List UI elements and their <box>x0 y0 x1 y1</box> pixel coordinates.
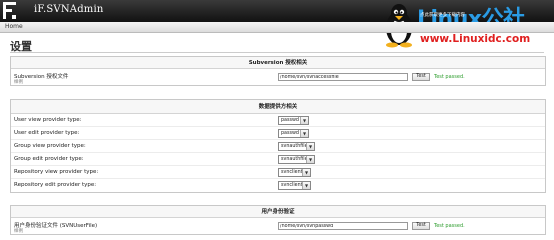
repo-edit-provider-select[interactable]: svnclient ▼ <box>278 181 311 190</box>
userauth-heading: 用户身份验证 <box>11 206 545 218</box>
userauth-row: 用户身份验证文件 (SVNUserFile) 样例 Test Test pass… <box>11 218 545 234</box>
userauth-test-button[interactable]: Test <box>412 222 430 230</box>
provider-label: User edit provider type: <box>14 130 80 136</box>
watermark-url: www.Linuxidc.com <box>420 33 531 45</box>
group-view-provider-select[interactable]: svnauthfile ▼ <box>278 142 315 151</box>
nav-bar: Home <box>0 22 554 33</box>
provider-label: Group view provider type: <box>14 143 86 149</box>
select-value: passwd <box>281 118 299 123</box>
watermark-tip: 点此获取更多下载内容 <box>420 13 465 18</box>
select-value: svnauthfile <box>281 157 308 162</box>
group-edit-provider-select[interactable]: svnauthfile ▼ <box>278 155 315 164</box>
userauth-test-status: Test passed. <box>434 223 465 229</box>
userauth-file-label: 用户身份验证文件 (SVNUserFile) <box>14 223 98 229</box>
app-title: iF.SVNAdmin <box>34 4 104 15</box>
userauth-section: 用户身份验证 用户身份验证文件 (SVNUserFile) 样例 Test Te… <box>10 205 546 235</box>
chevron-down-icon: ▼ <box>300 117 308 124</box>
provider-row: Repository edit provider type: svnclient… <box>11 179 545 192</box>
provider-label: User view provider type: <box>14 117 82 123</box>
provider-row: User view provider type: passwd ▼ <box>11 114 545 127</box>
chevron-down-icon: ▼ <box>306 156 314 163</box>
providers-heading: 数据提供方相关 <box>11 100 545 114</box>
authz-test-button[interactable]: Test <box>412 73 430 81</box>
select-value: passwd <box>281 131 299 136</box>
provider-row: Group view provider type: svnauthfile ▼ <box>11 140 545 153</box>
provider-row: User edit provider type: passwd ▼ <box>11 127 545 140</box>
provider-label: Repository edit provider type: <box>14 182 97 188</box>
title-divider <box>10 52 544 53</box>
repo-view-provider-select[interactable]: svnclient ▼ <box>278 168 311 177</box>
provider-row: Group edit provider type: svnauthfile ▼ <box>11 153 545 166</box>
authz-test-status: Test passed. <box>434 74 465 80</box>
userauth-sample-label: 样例 <box>14 229 23 234</box>
authz-file-input[interactable] <box>278 73 408 81</box>
app-logo-icon <box>3 2 16 19</box>
userauth-file-input[interactable] <box>278 222 408 230</box>
provider-label: Group edit provider type: <box>14 156 84 162</box>
chevron-down-icon: ▼ <box>300 130 308 137</box>
user-view-provider-select[interactable]: passwd ▼ <box>278 116 309 125</box>
authz-sample-label: 样例 <box>14 80 23 85</box>
select-value: svnclient <box>281 170 303 175</box>
subversion-heading: Subversion 授权相关 <box>11 57 545 69</box>
user-edit-provider-select[interactable]: passwd ▼ <box>278 129 309 138</box>
nav-home-link[interactable]: Home <box>5 23 23 30</box>
subversion-section: Subversion 授权相关 Subversion 授权文件 样例 Test … <box>10 56 546 86</box>
provider-row: Repository view provider type: svnclient… <box>11 166 545 179</box>
chevron-down-icon: ▼ <box>306 143 314 150</box>
authz-row: Subversion 授权文件 样例 Test Test passed. <box>11 69 545 85</box>
select-value: svnclient <box>281 183 303 188</box>
select-value: svnauthfile <box>281 144 308 149</box>
providers-section: 数据提供方相关 User view provider type: passwd ▼… <box>10 99 546 193</box>
chevron-down-icon: ▼ <box>302 182 310 189</box>
provider-label: Repository view provider type: <box>14 169 99 175</box>
chevron-down-icon: ▼ <box>302 169 310 176</box>
